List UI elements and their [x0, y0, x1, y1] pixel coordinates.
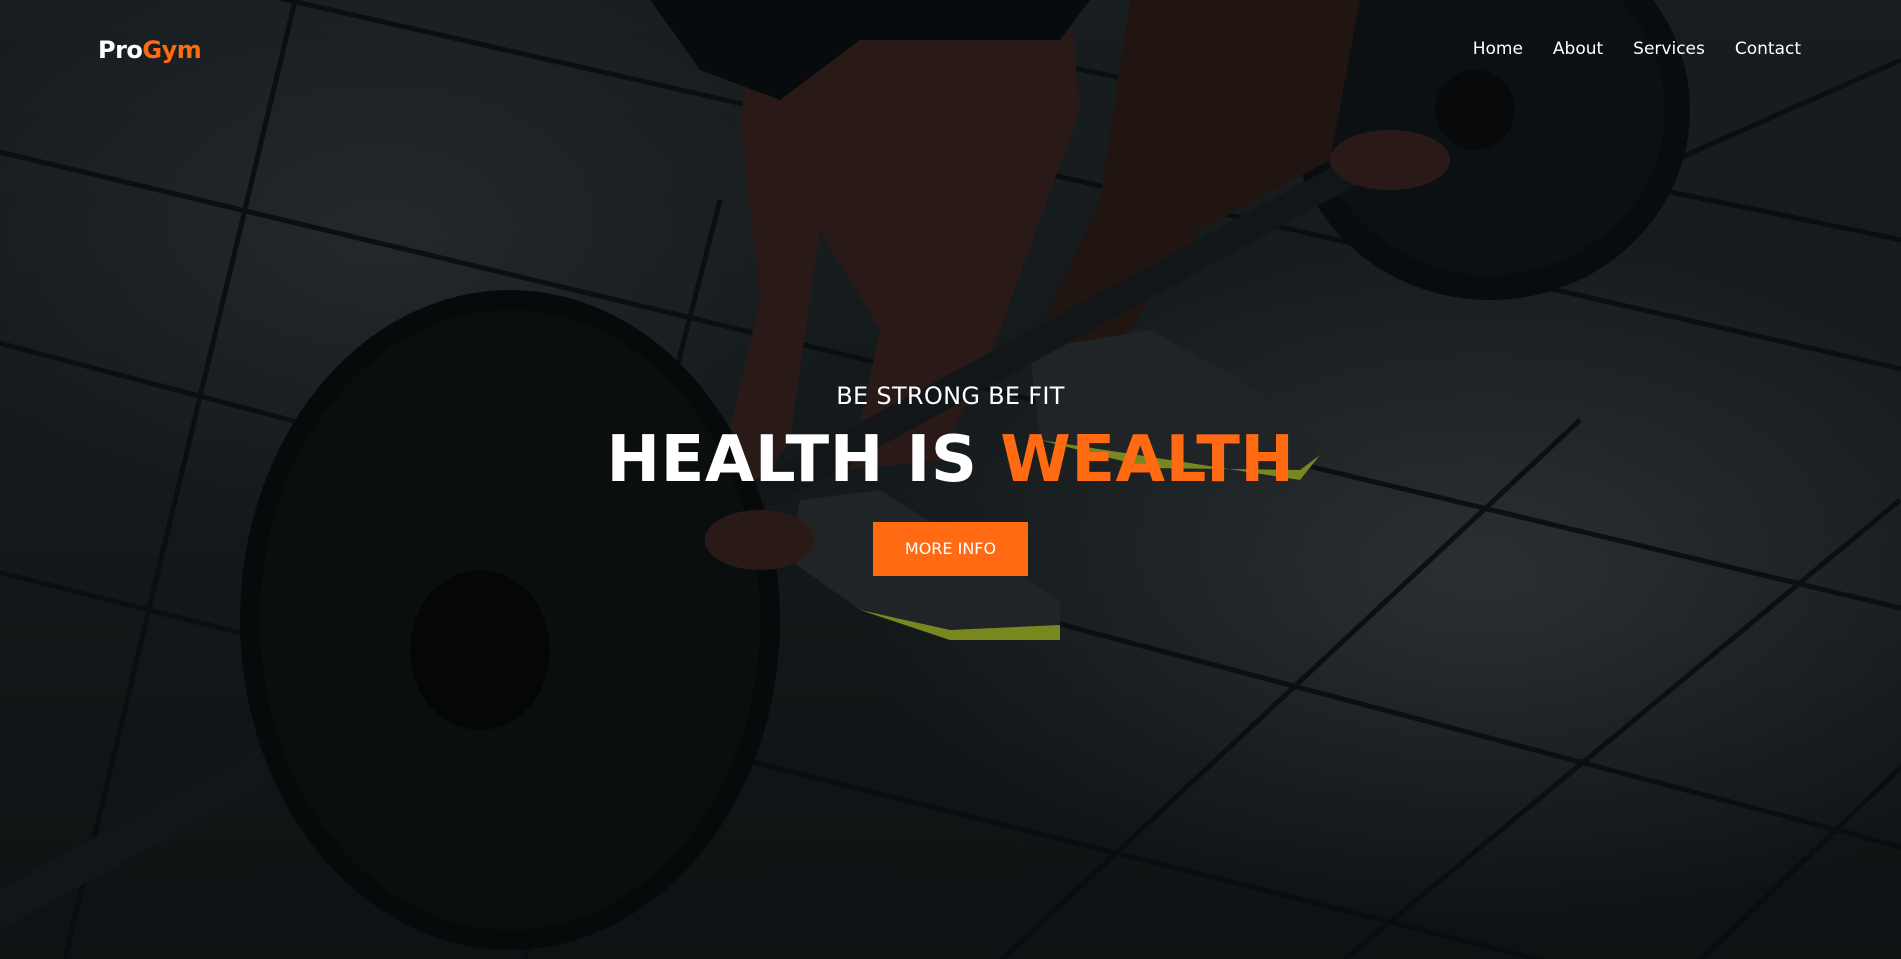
headline-primary: HEALTH IS: [606, 423, 1001, 497]
logo-accent: Gym: [142, 36, 202, 64]
nav-link-contact[interactable]: Contact: [1735, 39, 1801, 59]
nav-item-services: Services: [1633, 39, 1705, 59]
headline-accent: WEALTH: [1000, 423, 1295, 497]
nav-item-about: About: [1553, 39, 1603, 59]
more-info-button[interactable]: MORE INFO: [873, 522, 1028, 576]
hero-tagline: BE STRONG BE FIT: [836, 382, 1065, 410]
logo-primary: Pro: [98, 36, 143, 64]
nav-link-home[interactable]: Home: [1473, 39, 1523, 59]
nav-link-services[interactable]: Services: [1633, 39, 1705, 59]
logo[interactable]: ProGym: [98, 36, 202, 64]
nav-link-about[interactable]: About: [1553, 39, 1603, 59]
nav-item-home: Home: [1473, 39, 1523, 59]
hero-content: BE STRONG BE FIT HEALTH IS WEALTH MORE I…: [0, 380, 1901, 576]
nav-menu: Home About Services Contact: [1443, 39, 1801, 59]
hero-section: ProGym Home About Services Contact BE ST…: [0, 0, 1901, 959]
navbar: ProGym Home About Services Contact: [0, 0, 1901, 100]
nav-item-contact: Contact: [1735, 39, 1801, 59]
hero-headline: HEALTH IS WEALTH: [0, 420, 1901, 500]
